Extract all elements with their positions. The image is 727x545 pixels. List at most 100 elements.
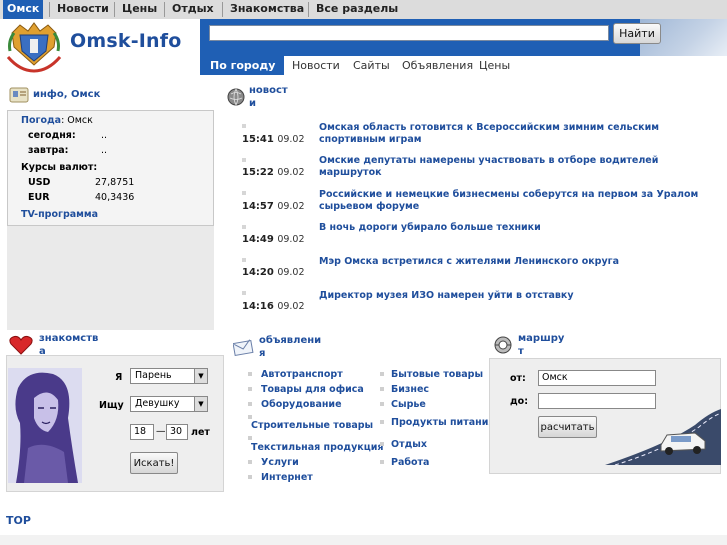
- eur-value: 40,3436: [95, 192, 135, 203]
- woman-portrait-image: [8, 368, 82, 483]
- today-value: ..: [101, 130, 108, 141]
- dating-search-button[interactable]: Искать!: [130, 452, 178, 474]
- age-dash: —: [156, 426, 166, 437]
- list-bullet: [248, 460, 252, 464]
- tv-program-link[interactable]: TV-программа: [21, 209, 98, 220]
- seek-label: Ищу: [99, 400, 124, 411]
- tomorrow-label: завтра:: [28, 145, 69, 156]
- news-bullet: [242, 191, 246, 195]
- subnav-sites[interactable]: Сайты: [353, 59, 390, 72]
- list-bullet: [248, 372, 252, 376]
- ads-category-link[interactable]: Продукты питания: [391, 417, 494, 428]
- usd-label: USD: [28, 177, 51, 188]
- gender-select-value: Парень: [135, 370, 172, 381]
- weather-link[interactable]: Погода: [21, 115, 61, 126]
- list-bullet: [380, 420, 384, 424]
- subnav-news[interactable]: Новости: [292, 59, 340, 72]
- news-date: 09.02: [277, 201, 305, 212]
- usd-value: 27,8751: [95, 177, 135, 188]
- news-title-line2: и: [249, 98, 257, 109]
- ads-category-link[interactable]: Интернет: [261, 472, 313, 483]
- news-time: 14:49: [242, 234, 274, 245]
- topnav-prices[interactable]: Цены: [122, 0, 157, 19]
- tomorrow-value: ..: [101, 145, 108, 156]
- news-headline[interactable]: Российские и немецкие бизнесмены соберут…: [319, 189, 719, 213]
- news-date: 09.02: [277, 301, 305, 312]
- today-label: сегодня:: [28, 130, 76, 141]
- news-headline[interactable]: Омская область готовится к Всероссийским…: [319, 122, 719, 146]
- list-bullet: [380, 387, 384, 391]
- list-bullet: [248, 387, 252, 391]
- ads-category-link[interactable]: Автотранспорт: [261, 369, 343, 380]
- news-bullet: [242, 258, 246, 262]
- list-bullet: [248, 436, 252, 440]
- news-headline[interactable]: В ночь дороги убирало больше техники: [319, 222, 719, 234]
- nav-divider: [49, 2, 50, 17]
- ads-category-link[interactable]: Строительные товары: [251, 420, 373, 431]
- news-timestamp: 15:22 09.02: [242, 167, 305, 178]
- subnav-city[interactable]: По городу: [210, 59, 275, 72]
- seek-select[interactable]: Девушку ▼: [130, 396, 208, 412]
- news-time: 14:20: [242, 267, 274, 278]
- calculate-route-button[interactable]: расчитать: [538, 416, 597, 438]
- age-to-input[interactable]: 30: [166, 424, 188, 440]
- from-label: от:: [510, 373, 526, 384]
- topnav-omsk[interactable]: Омск: [3, 0, 44, 19]
- ads-category-link[interactable]: Бизнес: [391, 384, 429, 395]
- age-unit: лет: [191, 427, 210, 438]
- nav-divider: [222, 2, 223, 17]
- news-timestamp: 15:41 09.02: [242, 134, 305, 145]
- ads-title-line2: я: [259, 348, 266, 359]
- topnav-all-sections[interactable]: Все разделы: [316, 0, 398, 19]
- ads-category-link[interactable]: Отдых: [391, 439, 427, 450]
- search-button[interactable]: Найти: [613, 23, 661, 44]
- chevron-down-icon: ▼: [194, 397, 207, 411]
- footer-band: [0, 535, 727, 545]
- subnav-ads[interactable]: Объявления: [402, 59, 473, 72]
- envelope-icon: [233, 339, 254, 357]
- list-bullet: [380, 442, 384, 446]
- news-timestamp: 14:20 09.02: [242, 267, 305, 278]
- ads-category-link[interactable]: Сырье: [391, 399, 426, 410]
- chevron-down-icon: ▼: [194, 369, 207, 383]
- ads-category-link[interactable]: Услуги: [261, 457, 299, 468]
- list-bullet: [380, 372, 384, 376]
- gender-select[interactable]: Парень ▼: [130, 368, 208, 384]
- ads-category-link[interactable]: Оборудование: [261, 399, 342, 410]
- info-title: инфо, Омск: [33, 89, 101, 100]
- heart-icon: [9, 335, 33, 355]
- ads-category-link[interactable]: Бытовые товары: [391, 369, 483, 380]
- dating-title-line1: знакомств: [39, 333, 99, 344]
- eur-label: EUR: [28, 192, 50, 203]
- news-headline[interactable]: Мэр Омска встретился с жителями Ленинско…: [319, 256, 719, 268]
- left-column-filler: [7, 226, 214, 330]
- news-bullet: [242, 158, 246, 162]
- news-title-line1: новост: [249, 85, 288, 96]
- news-headline[interactable]: Омские депутаты намерены участвовать в о…: [319, 155, 719, 179]
- search-input[interactable]: [209, 25, 609, 41]
- globe-icon: [227, 88, 245, 106]
- top-navigation: Омск Новости Цены Отдых Знакомства Все р…: [0, 0, 727, 19]
- topnav-news[interactable]: Новости: [57, 0, 109, 19]
- top-link[interactable]: TOP: [6, 514, 31, 527]
- route-title-line2: т: [518, 346, 524, 357]
- news-time: 15:41: [242, 134, 274, 145]
- topnav-leisure[interactable]: Отдых: [172, 0, 214, 19]
- ads-category-link[interactable]: Текстильная продукция: [251, 442, 384, 453]
- news-date: 09.02: [277, 234, 305, 245]
- news-time: 14:16: [242, 301, 274, 312]
- news-bullet: [242, 291, 246, 295]
- news-bullet: [242, 225, 246, 229]
- news-headline[interactable]: Директор музея ИЗО намерен уйти в отстав…: [319, 290, 719, 302]
- site-logo-text[interactable]: Omsk-Info: [70, 30, 182, 52]
- age-from-input[interactable]: 18: [130, 424, 154, 440]
- nav-divider: [308, 2, 309, 17]
- nav-divider: [164, 2, 165, 17]
- ads-category-link[interactable]: Товары для офиса: [261, 384, 364, 395]
- ads-category-link[interactable]: Работа: [391, 457, 429, 468]
- omsk-emblem-icon: [6, 22, 62, 73]
- from-input[interactable]: Омск: [538, 370, 656, 386]
- topnav-dating[interactable]: Знакомства: [230, 0, 304, 19]
- ads-title-line1: объявлени: [259, 335, 322, 346]
- subnav-prices[interactable]: Цены: [479, 59, 510, 72]
